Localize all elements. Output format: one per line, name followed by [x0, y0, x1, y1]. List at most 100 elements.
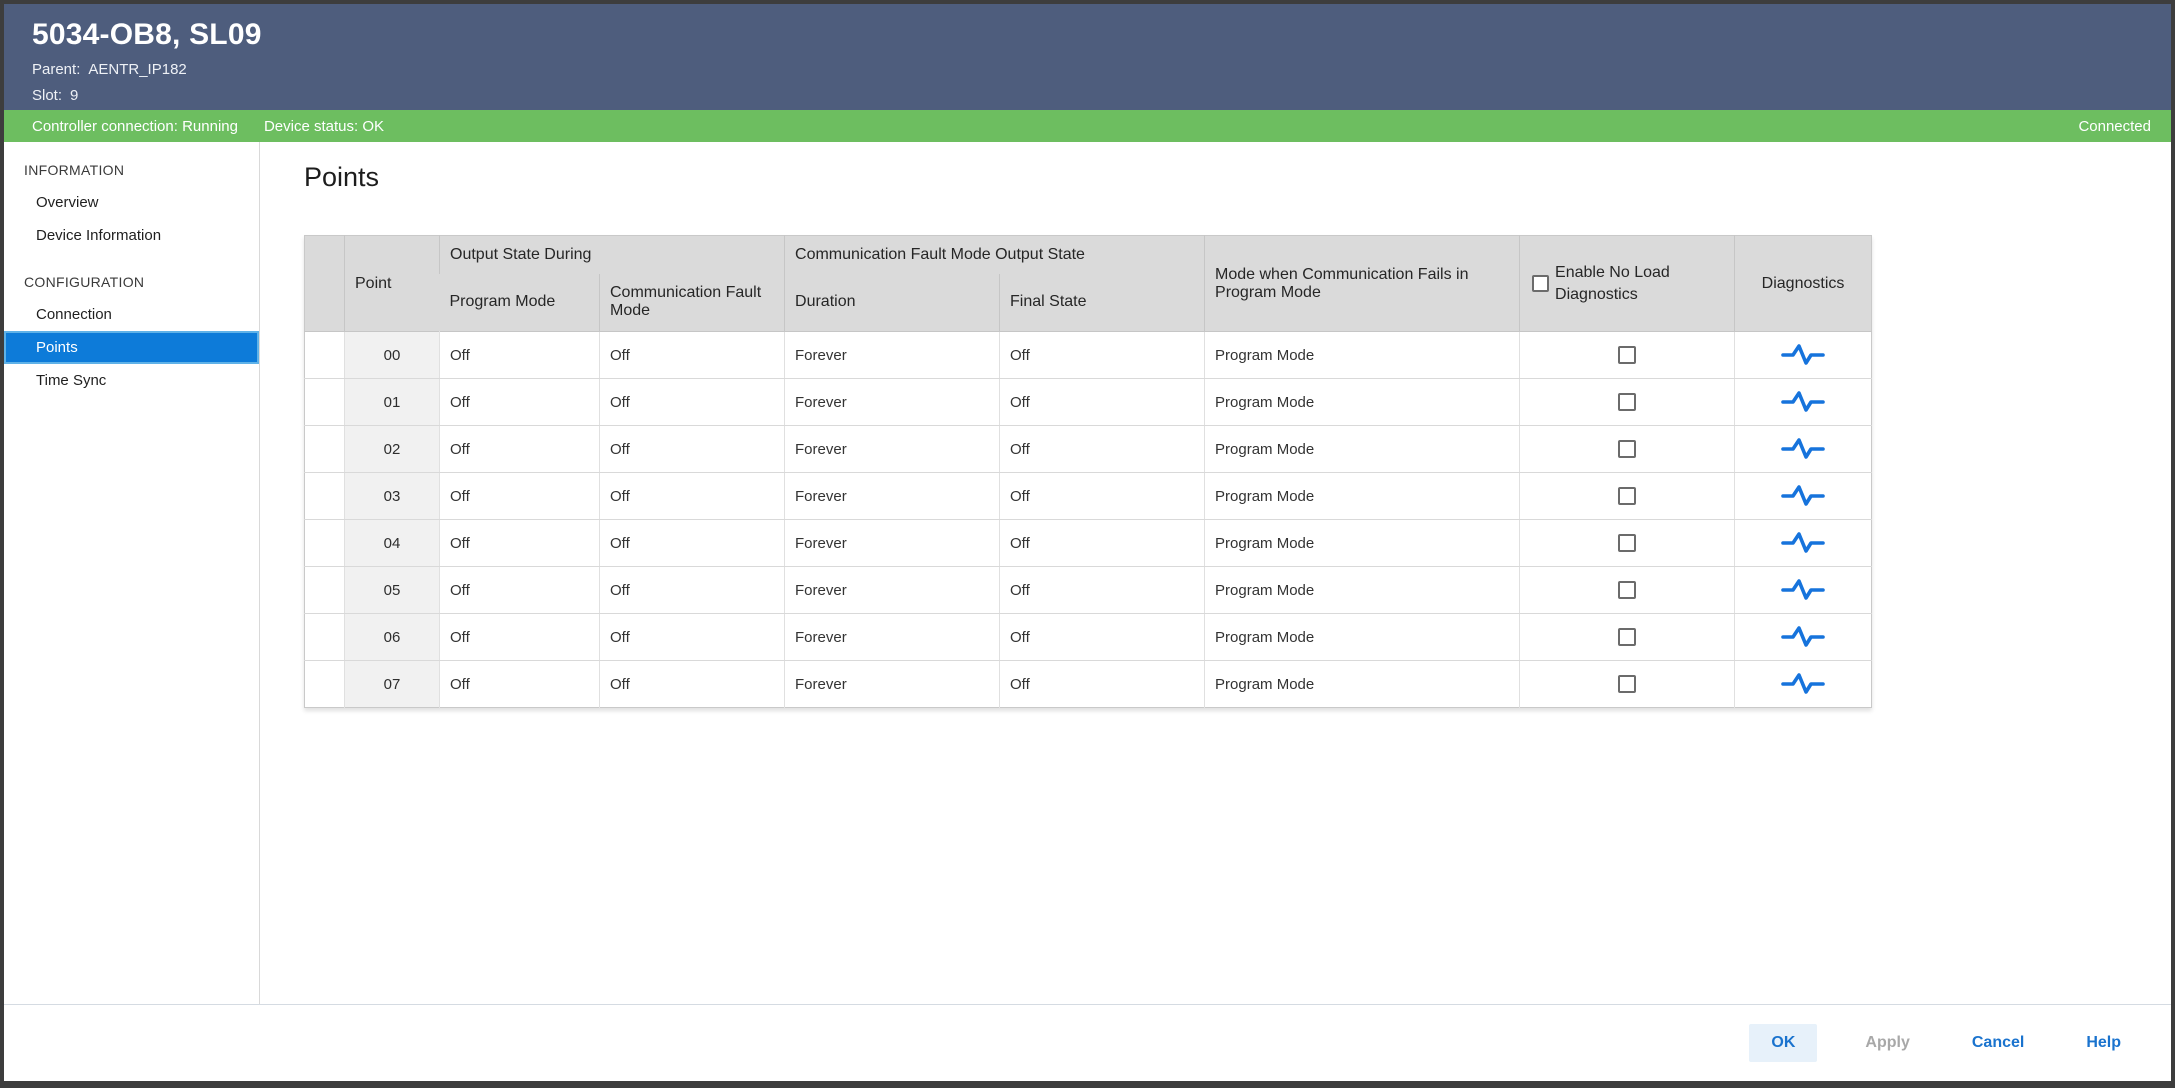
program-mode-cell[interactable]: Off — [440, 520, 600, 567]
point-cell: 07 — [345, 661, 440, 708]
row-selector-cell[interactable] — [305, 567, 345, 614]
header-mode-when-comm-fails: Mode when Communication Fails in Program… — [1205, 236, 1520, 332]
enable-no-load-cell — [1520, 520, 1735, 567]
program-mode-cell[interactable]: Off — [440, 426, 600, 473]
mode-when-comm-fails-cell[interactable]: Program Mode — [1205, 379, 1520, 426]
no-load-checkbox[interactable] — [1618, 346, 1636, 364]
point-cell: 01 — [345, 379, 440, 426]
program-mode-cell[interactable]: Off — [440, 332, 600, 379]
final-state-cell[interactable]: Off — [1000, 520, 1205, 567]
diagnostics-pulse-icon[interactable] — [1780, 389, 1826, 415]
program-mode-cell[interactable]: Off — [440, 661, 600, 708]
mode-when-comm-fails-cell[interactable]: Program Mode — [1205, 661, 1520, 708]
row-selector-cell[interactable] — [305, 332, 345, 379]
duration-cell[interactable]: Forever — [785, 379, 1000, 426]
points-table: Point Output State During Communication … — [304, 235, 1872, 708]
duration-cell[interactable]: Forever — [785, 661, 1000, 708]
duration-cell[interactable]: Forever — [785, 614, 1000, 661]
enable-no-load-all-checkbox[interactable] — [1532, 275, 1549, 292]
program-mode-cell[interactable]: Off — [440, 473, 600, 520]
parent-label: Parent: — [32, 61, 80, 78]
final-state-cell[interactable]: Off — [1000, 614, 1205, 661]
row-selector-cell[interactable] — [305, 661, 345, 708]
no-load-checkbox[interactable] — [1618, 440, 1636, 458]
diagnostics-pulse-icon[interactable] — [1780, 530, 1826, 556]
final-state-cell[interactable]: Off — [1000, 473, 1205, 520]
duration-cell[interactable]: Forever — [785, 473, 1000, 520]
cancel-button[interactable]: Cancel — [1958, 1024, 2038, 1062]
program-mode-cell[interactable]: Off — [440, 567, 600, 614]
duration-cell[interactable]: Forever — [785, 520, 1000, 567]
connection-status-bar: Controller connection: Running Device st… — [4, 110, 2171, 142]
row-selector-cell[interactable] — [305, 473, 345, 520]
diagnostics-cell — [1735, 614, 1872, 661]
mode-when-comm-fails-cell[interactable]: Program Mode — [1205, 473, 1520, 520]
diagnostics-pulse-icon[interactable] — [1780, 671, 1826, 697]
communication-fault-mode-cell[interactable]: Off — [600, 473, 785, 520]
communication-fault-mode-cell[interactable]: Off — [600, 332, 785, 379]
program-mode-cell[interactable]: Off — [440, 614, 600, 661]
sidebar-item-overview[interactable]: Overview — [4, 186, 259, 219]
diagnostics-cell — [1735, 567, 1872, 614]
sidebar-section-configuration: CONFIGURATION Connection Points Time Syn… — [4, 266, 259, 397]
row-selector-cell[interactable] — [305, 426, 345, 473]
ok-button[interactable]: OK — [1749, 1024, 1817, 1062]
row-selector-cell[interactable] — [305, 379, 345, 426]
communication-fault-mode-cell[interactable]: Off — [600, 379, 785, 426]
sidebar-item-device-information[interactable]: Device Information — [4, 219, 259, 252]
section-label-information: INFORMATION — [4, 154, 259, 186]
mode-when-comm-fails-cell[interactable]: Program Mode — [1205, 567, 1520, 614]
communication-fault-mode-cell[interactable]: Off — [600, 520, 785, 567]
final-state-cell[interactable]: Off — [1000, 661, 1205, 708]
mode-when-comm-fails-cell[interactable]: Program Mode — [1205, 332, 1520, 379]
point-cell: 03 — [345, 473, 440, 520]
apply-button[interactable]: Apply — [1851, 1024, 1923, 1062]
page-title: Points — [304, 162, 2171, 193]
communication-fault-mode-cell[interactable]: Off — [600, 567, 785, 614]
diagnostics-cell — [1735, 332, 1872, 379]
no-load-checkbox[interactable] — [1618, 487, 1636, 505]
program-mode-cell[interactable]: Off — [440, 379, 600, 426]
diagnostics-cell — [1735, 661, 1872, 708]
title-bar: 5034-OB8, SL09 Parent:AENTR_IP182 Slot:9 — [4, 4, 2171, 110]
enable-no-load-cell — [1520, 661, 1735, 708]
no-load-checkbox[interactable] — [1618, 393, 1636, 411]
mode-when-comm-fails-cell[interactable]: Program Mode — [1205, 614, 1520, 661]
help-button[interactable]: Help — [2072, 1024, 2135, 1062]
point-cell: 02 — [345, 426, 440, 473]
slot-label: Slot: — [32, 87, 62, 104]
communication-fault-mode-cell[interactable]: Off — [600, 426, 785, 473]
final-state-cell[interactable]: Off — [1000, 567, 1205, 614]
controller-connection-status: Controller connection: Running — [32, 118, 238, 135]
no-load-checkbox[interactable] — [1618, 581, 1636, 599]
no-load-checkbox[interactable] — [1618, 675, 1636, 693]
parent-value: AENTR_IP182 — [88, 61, 186, 78]
diagnostics-pulse-icon[interactable] — [1780, 342, 1826, 368]
duration-cell[interactable]: Forever — [785, 426, 1000, 473]
row-selector-cell[interactable] — [305, 614, 345, 661]
sidebar-item-points[interactable]: Points — [4, 331, 259, 364]
header-point: Point — [345, 236, 440, 332]
duration-cell[interactable]: Forever — [785, 332, 1000, 379]
diagnostics-pulse-icon[interactable] — [1780, 624, 1826, 650]
header-group-output-state-during: Output State During — [440, 236, 785, 274]
sidebar-item-connection[interactable]: Connection — [4, 298, 259, 331]
enable-no-load-cell — [1520, 473, 1735, 520]
mode-when-comm-fails-cell[interactable]: Program Mode — [1205, 426, 1520, 473]
diagnostics-pulse-icon[interactable] — [1780, 577, 1826, 603]
diagnostics-pulse-icon[interactable] — [1780, 483, 1826, 509]
final-state-cell[interactable]: Off — [1000, 379, 1205, 426]
mode-when-comm-fails-cell[interactable]: Program Mode — [1205, 520, 1520, 567]
final-state-cell[interactable]: Off — [1000, 426, 1205, 473]
no-load-checkbox[interactable] — [1618, 534, 1636, 552]
communication-fault-mode-cell[interactable]: Off — [600, 661, 785, 708]
final-state-cell[interactable]: Off — [1000, 332, 1205, 379]
sidebar-item-time-sync[interactable]: Time Sync — [4, 364, 259, 397]
communication-fault-mode-cell[interactable]: Off — [600, 614, 785, 661]
row-selector-cell[interactable] — [305, 520, 345, 567]
points-table-header: Point Output State During Communication … — [305, 236, 1872, 332]
diagnostics-pulse-icon[interactable] — [1780, 436, 1826, 462]
duration-cell[interactable]: Forever — [785, 567, 1000, 614]
no-load-checkbox[interactable] — [1618, 628, 1636, 646]
enable-no-load-cell — [1520, 332, 1735, 379]
